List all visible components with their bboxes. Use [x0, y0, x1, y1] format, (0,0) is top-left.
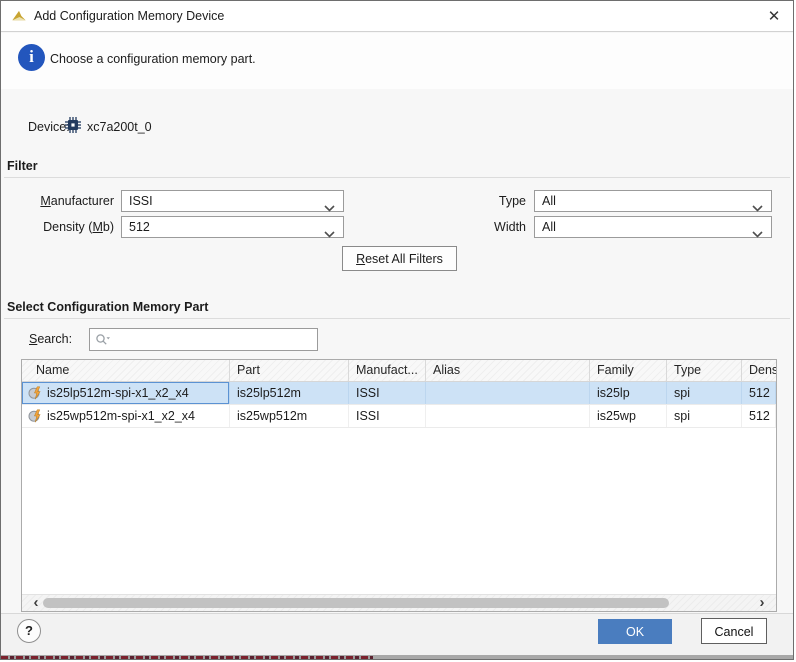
- chip-icon: [65, 117, 81, 133]
- scroll-left-icon[interactable]: ‹: [29, 595, 43, 611]
- density-selected-value: 512: [129, 220, 150, 234]
- column-header-part[interactable]: Part: [230, 360, 349, 381]
- reset-all-filters-button[interactable]: Reset All Filters: [342, 246, 457, 271]
- filter-heading-rule: [4, 177, 790, 178]
- cell-alias: [426, 382, 590, 404]
- cell-type: spi: [667, 405, 742, 427]
- table-row[interactable]: is25lp512m-spi-x1_x2_x4 is25lp512m ISSI …: [22, 382, 776, 405]
- cell-family: is25wp: [590, 405, 667, 427]
- close-button[interactable]: ✕: [761, 4, 787, 28]
- memory-part-icon: [28, 409, 42, 423]
- scroll-right-icon[interactable]: ›: [755, 595, 769, 611]
- type-label: Type: [431, 190, 526, 212]
- filter-heading: Filter: [7, 159, 38, 173]
- background-text-fragment: [1, 656, 373, 659]
- chevron-down-icon: [324, 224, 335, 231]
- memory-part-table: Name Part Manufact... Alias Family Type …: [21, 359, 777, 612]
- column-header-name[interactable]: Name: [22, 360, 230, 381]
- background-window-sliver: [1, 655, 793, 659]
- cell-manufacturer: ISSI: [349, 405, 426, 427]
- cell-name: is25lp512m-spi-x1_x2_x4: [22, 382, 230, 404]
- help-button[interactable]: ?: [17, 619, 41, 643]
- search-label: Search:: [29, 332, 72, 346]
- memory-part-icon: [28, 386, 42, 400]
- density-select[interactable]: 512: [121, 216, 344, 238]
- search-input[interactable]: [116, 330, 314, 349]
- column-header-family[interactable]: Family: [590, 360, 667, 381]
- chevron-down-icon: [752, 198, 763, 205]
- cell-type: spi: [667, 382, 742, 404]
- dialog-title: Add Configuration Memory Device: [34, 9, 224, 23]
- device-label: Device:: [28, 120, 70, 134]
- manufacturer-selected-value: ISSI: [129, 194, 153, 208]
- cell-part: is25wp512m: [230, 405, 349, 427]
- cell-density: 512: [742, 405, 776, 427]
- info-icon: i: [18, 44, 45, 71]
- cell-family: is25lp: [590, 382, 667, 404]
- chevron-down-icon: [752, 224, 763, 231]
- question-icon: ?: [25, 623, 33, 638]
- column-header-alias[interactable]: Alias: [426, 360, 590, 381]
- width-select[interactable]: All: [534, 216, 772, 238]
- cell-name: is25wp512m-spi-x1_x2_x4: [22, 405, 230, 427]
- add-config-memory-dialog: Add Configuration Memory Device ✕ i Choo…: [0, 0, 794, 660]
- density-label: Density (Mb): [21, 216, 114, 238]
- cancel-button[interactable]: Cancel: [701, 618, 767, 644]
- table-row[interactable]: is25wp512m-spi-x1_x2_x4 is25wp512m ISSI …: [22, 405, 776, 428]
- footer-bar: ? OK Cancel: [1, 613, 793, 659]
- type-select[interactable]: All: [534, 190, 772, 212]
- cell-density: 512: [742, 382, 776, 404]
- table-header-row: Name Part Manufact... Alias Family Type …: [22, 360, 776, 382]
- device-value: xc7a200t_0: [87, 120, 152, 134]
- close-icon: ✕: [768, 8, 781, 25]
- type-selected-value: All: [542, 194, 556, 208]
- search-box[interactable]: [89, 328, 318, 351]
- ok-button[interactable]: OK: [598, 619, 672, 644]
- cell-alias: [426, 405, 590, 427]
- cell-manufacturer: ISSI: [349, 382, 426, 404]
- info-banner: i Choose a configuration memory part.: [1, 33, 793, 89]
- column-header-type[interactable]: Type: [667, 360, 742, 381]
- select-part-heading: Select Configuration Memory Part: [7, 300, 208, 314]
- horizontal-scrollbar[interactable]: ‹ ›: [22, 594, 776, 611]
- width-selected-value: All: [542, 220, 556, 234]
- vivado-logo-icon: [10, 8, 28, 25]
- select-part-heading-rule: [4, 318, 790, 319]
- chevron-down-icon: [324, 198, 335, 205]
- manufacturer-label: Manufacturer: [21, 190, 114, 212]
- cell-part: is25lp512m: [230, 382, 349, 404]
- banner-message: Choose a configuration memory part.: [50, 52, 256, 66]
- width-label: Width: [431, 216, 526, 238]
- search-icon: [95, 333, 111, 347]
- column-header-manufacturer[interactable]: Manufact...: [349, 360, 426, 381]
- column-header-density[interactable]: Densi: [742, 360, 776, 381]
- title-bar: Add Configuration Memory Device ✕: [1, 1, 793, 32]
- scrollbar-thumb[interactable]: [43, 598, 669, 608]
- manufacturer-select[interactable]: ISSI: [121, 190, 344, 212]
